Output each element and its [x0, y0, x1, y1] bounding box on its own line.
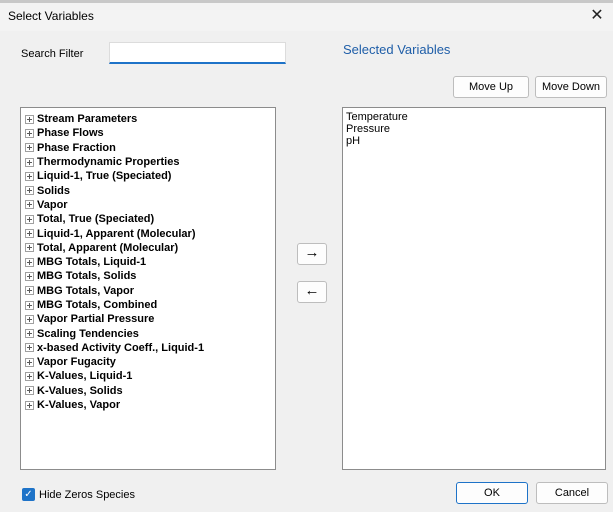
tree-item-activity-coeff[interactable]: x-based Activity Coeff., Liquid-1 [25, 341, 275, 355]
tree-item-total-true[interactable]: Total, True (Speciated) [25, 212, 275, 226]
tree-item-vapor-partial-pressure[interactable]: Vapor Partial Pressure [25, 312, 275, 326]
tree-item-label: Phase Flows [37, 127, 104, 140]
selected-variables-title: Selected Variables [343, 42, 451, 57]
tree-item-label: Liquid-1, Apparent (Molecular) [37, 227, 196, 240]
tree-item-label: MBG Totals, Liquid-1 [37, 256, 147, 269]
tree-item-label: x-based Activity Coeff., Liquid-1 [37, 341, 205, 354]
cancel-button[interactable]: Cancel [536, 482, 608, 504]
hide-zeros-checkbox[interactable]: ✓ [22, 488, 35, 501]
tree-item-solids[interactable]: Solids [25, 183, 275, 197]
selected-item-pressure[interactable]: Pressure [346, 123, 605, 135]
tree-item-label: MBG Totals, Solids [37, 270, 137, 283]
tree-item-label: Liquid-1, True (Speciated) [37, 170, 172, 183]
ok-button[interactable]: OK [456, 482, 528, 504]
expand-icon[interactable] [25, 171, 34, 181]
selected-variables-list[interactable]: Temperature Pressure pH [342, 107, 606, 470]
expand-icon[interactable] [25, 357, 34, 367]
expand-icon[interactable] [25, 329, 34, 339]
remove-selected-button[interactable]: ← [297, 281, 327, 303]
variable-tree[interactable]: Stream Parameters Phase Flows Phase Frac… [20, 107, 276, 470]
tree-item-label: Vapor [37, 198, 68, 211]
expand-icon[interactable] [25, 257, 34, 267]
expand-icon[interactable] [25, 128, 34, 138]
tree-item-label: Stream Parameters [37, 113, 138, 126]
expand-icon[interactable] [25, 386, 34, 396]
expand-icon[interactable] [25, 200, 34, 210]
tree-item-label: Scaling Tendencies [37, 327, 139, 340]
expand-icon[interactable] [25, 214, 34, 224]
move-up-button[interactable]: Move Up [453, 76, 529, 98]
tree-item-vapor[interactable]: Vapor [25, 198, 275, 212]
expand-icon[interactable] [25, 114, 34, 124]
expand-icon[interactable] [25, 157, 34, 167]
tree-item-label: Vapor Fugacity [37, 356, 116, 369]
tree-item-label: Solids [37, 184, 71, 197]
search-filter-label: Search Filter [21, 48, 84, 60]
close-icon[interactable]: ✕ [586, 5, 608, 27]
tree-item-label: K-Values, Liquid-1 [37, 370, 133, 383]
expand-icon[interactable] [25, 243, 34, 253]
tree-item-label: MBG Totals, Vapor [37, 284, 134, 297]
tree-item-k-values-liquid[interactable]: K-Values, Liquid-1 [25, 369, 275, 383]
tree-item-thermodynamic-properties[interactable]: Thermodynamic Properties [25, 155, 275, 169]
move-down-button[interactable]: Move Down [535, 76, 607, 98]
tree-item-mbg-vapor[interactable]: MBG Totals, Vapor [25, 284, 275, 298]
tree-item-liquid-apparent[interactable]: Liquid-1, Apparent (Molecular) [25, 226, 275, 240]
tree-item-label: K-Values, Vapor [37, 399, 121, 412]
tree-item-scaling-tendencies[interactable]: Scaling Tendencies [25, 326, 275, 340]
tree-item-label: Vapor Partial Pressure [37, 313, 155, 326]
expand-icon[interactable] [25, 229, 34, 239]
search-input[interactable] [109, 42, 286, 64]
tree-item-label: Total, True (Speciated) [37, 213, 155, 226]
tree-item-mbg-solids[interactable]: MBG Totals, Solids [25, 269, 275, 283]
tree-item-phase-fraction[interactable]: Phase Fraction [25, 141, 275, 155]
expand-icon[interactable] [25, 343, 34, 353]
selected-item-ph[interactable]: pH [346, 135, 605, 147]
tree-item-label: Thermodynamic Properties [37, 156, 180, 169]
tree-item-k-values-solids[interactable]: K-Values, Solids [25, 384, 275, 398]
tree-item-label: Phase Fraction [37, 141, 116, 154]
tree-item-stream-parameters[interactable]: Stream Parameters [25, 112, 275, 126]
expand-icon[interactable] [25, 143, 34, 153]
tree-item-mbg-liquid[interactable]: MBG Totals, Liquid-1 [25, 255, 275, 269]
expand-icon[interactable] [25, 300, 34, 310]
tree-item-label: Total, Apparent (Molecular) [37, 241, 179, 254]
tree-item-k-values-vapor[interactable]: K-Values, Vapor [25, 398, 275, 412]
tree-item-label: K-Values, Solids [37, 384, 123, 397]
tree-item-total-apparent[interactable]: Total, Apparent (Molecular) [25, 241, 275, 255]
expand-icon[interactable] [25, 314, 34, 324]
tree-item-liquid-true[interactable]: Liquid-1, True (Speciated) [25, 169, 275, 183]
tree-item-vapor-fugacity[interactable]: Vapor Fugacity [25, 355, 275, 369]
tree-item-label: MBG Totals, Combined [37, 299, 158, 311]
expand-icon[interactable] [25, 371, 34, 381]
selected-item-temperature[interactable]: Temperature [346, 111, 605, 123]
expand-icon[interactable] [25, 271, 34, 281]
window-title: Select Variables [8, 9, 94, 23]
expand-icon[interactable] [25, 186, 34, 196]
tree-item-mbg-combined[interactable]: MBG Totals, Combined [25, 298, 275, 312]
expand-icon[interactable] [25, 400, 34, 410]
tree-item-phase-flows[interactable]: Phase Flows [25, 126, 275, 140]
hide-zeros-label[interactable]: Hide Zeros Species [39, 489, 135, 501]
expand-icon[interactable] [25, 286, 34, 296]
add-selected-button[interactable]: → [297, 243, 327, 265]
